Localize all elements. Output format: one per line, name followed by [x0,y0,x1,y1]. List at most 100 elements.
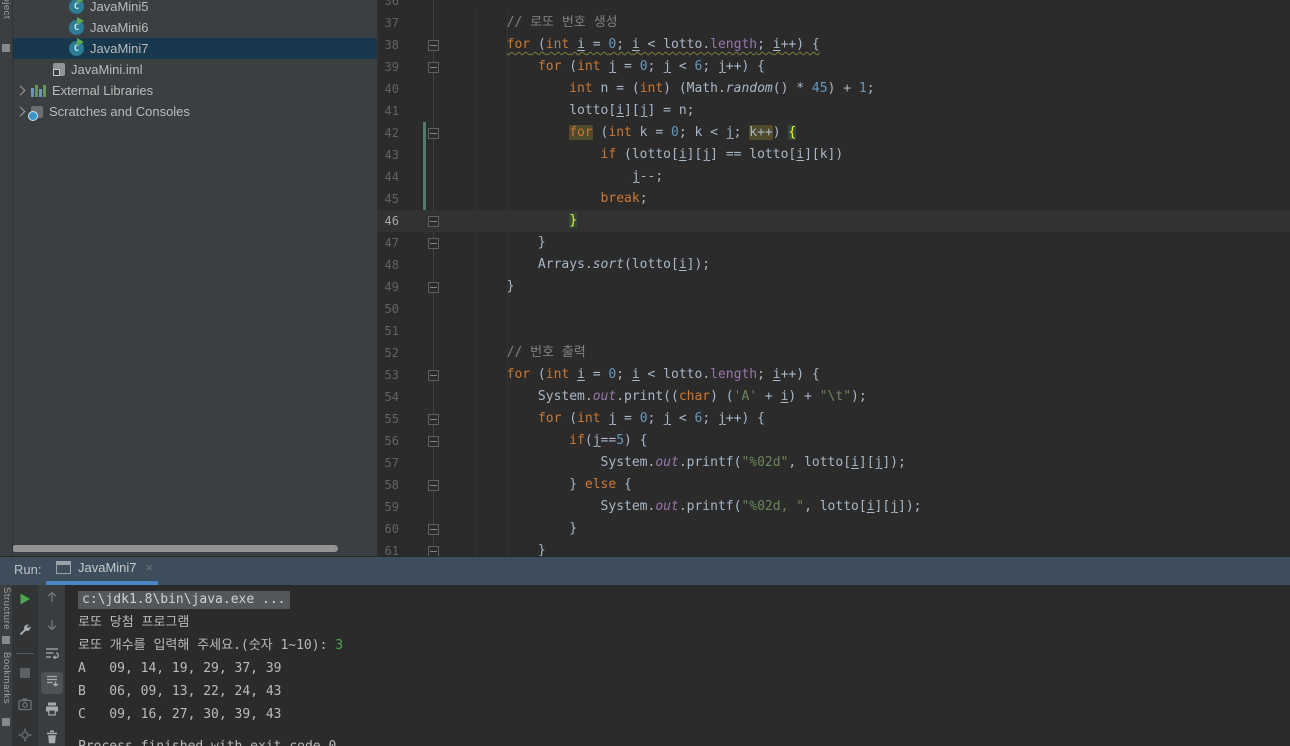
code-text: } [537,235,546,250]
active-tab-underline [46,581,158,585]
tree-item-javamini7[interactable]: C JavaMini7 [12,38,377,59]
fold-marker[interactable] [427,479,439,491]
print-button[interactable] [41,700,63,722]
gutter-space [399,364,423,386]
gutter-space [399,452,423,474]
fold-marker[interactable] [427,237,439,249]
fold-column [426,430,440,452]
gutter-space [399,12,423,34]
gutter-space [399,210,423,232]
scratches-icon [28,105,43,121]
code-line-55: 55 for (int j = 0; j < 6; j++) { [377,408,1290,430]
left-toolwindow-bar: Project Structure Bookmarks [0,0,13,746]
gutter-space [399,188,423,210]
editor-lines: 36 37 // 로또 번호 생성 38 for (int i = 0; i < l… [377,0,1290,556]
gutter-space [399,166,423,188]
fold-column [426,254,440,276]
fold-marker[interactable] [427,545,439,556]
console-window-icon [56,561,71,574]
gutter-space [399,320,423,342]
run-tab-javamini7[interactable]: JavaMini7 × [56,560,153,575]
line-number: 51 [384,324,399,338]
fold-marker[interactable] [427,523,439,535]
code-line-37: 37 // 로또 번호 생성 [377,12,1290,34]
camera-icon [17,696,33,717]
code-text: Arrays.sort(lotto[i]); [537,257,711,272]
fold-marker[interactable] [427,127,439,139]
line-number: 59 [384,500,399,514]
toolwindow-button-bookmarks[interactable]: Bookmarks [1,652,12,704]
line-number: 56 [384,434,399,448]
code-editor[interactable]: 36 37 // 로또 번호 생성 38 for (int i = 0; i < l… [377,0,1290,556]
code-line-60: 60 } [377,518,1290,540]
code-line-40: 40 int n = (int) (Math.random() * 45) + … [377,78,1290,100]
fold-marker[interactable] [427,413,439,425]
play-icon [17,591,33,612]
soft-wrap-button[interactable] [41,644,63,666]
code-line-39: 39 for (int j = 0; j < 6; j++) { [377,56,1290,78]
tree-item-javamini-iml[interactable]: JavaMini.iml [12,59,377,80]
fold-marker[interactable] [427,215,439,227]
arrow-down-icon [44,617,60,638]
fold-marker[interactable] [427,435,439,447]
toolwindow-button-structure[interactable]: Structure [1,587,12,630]
scrollbar-thumb[interactable] [12,545,338,552]
fold-column [426,122,440,144]
code-text: // 번호 출력 [506,345,586,360]
gutter-space [399,474,423,496]
fold-marker[interactable] [427,281,439,293]
code-line-44: 44 j--; [377,166,1290,188]
code-text: System.out.printf("%02d, ", lotto[i][j])… [600,499,922,514]
fold-column [426,298,440,320]
fold-column [426,342,440,364]
line-number: 50 [384,302,399,316]
code-text: } [569,213,578,228]
thread-dump-button [14,695,36,717]
fold-column [426,540,440,556]
code-line-51: 51 [377,320,1290,342]
prev-occurrence-button [41,588,63,610]
console-line-1: c:\jdk1.8\bin\java.exe ... [66,588,1290,611]
toolwindow-icon [2,636,10,644]
code-line-42: 42 for (int k = 0; k < j; k++) { [377,122,1290,144]
line-number: 39 [384,60,399,74]
gutter-space [399,408,423,430]
gutter-space [399,78,423,100]
scroll-end-icon [44,673,60,694]
console-line-3: 로또 개수를 입력해 주세요.(숫자 1~10): 3 [78,638,344,653]
chevron-right-icon[interactable] [15,85,26,96]
close-tab-icon[interactable]: × [144,560,154,575]
tree-item-label: JavaMini5 [90,0,149,14]
project-panel: C JavaMini5 C JavaMini6 C JavaMini7 JavaMini.i… [12,0,378,556]
line-number: 49 [384,280,399,294]
tree-item-javamini6[interactable]: C JavaMini6 [12,17,377,38]
modify-run-configuration-button[interactable] [14,621,36,643]
fold-marker[interactable] [427,39,439,51]
tree-item-external-libraries[interactable]: External Libraries [12,80,377,101]
clear-all-button[interactable] [41,728,63,746]
fold-column [426,0,440,12]
gutter-space [399,430,423,452]
fold-marker[interactable] [427,369,439,381]
scroll-to-end-button[interactable] [40,672,63,694]
gear-icon [17,727,33,746]
rerun-button[interactable] [14,590,36,612]
arrow-up-icon [44,589,60,610]
code-text: if(j==5) { [569,433,648,448]
line-number: 42 [384,126,399,140]
code-line-38: 38 for (int i = 0; i < lotto.length; i++… [377,34,1290,56]
console-output[interactable]: c:\jdk1.8\bin\java.exe ... 로또 당첨 프로그램 로또 개… [66,584,1290,746]
code-line-47: 47 } [377,232,1290,254]
toolwindow-button-project[interactable]: Project [1,0,12,19]
fold-marker[interactable] [427,61,439,73]
tree-item-scratches-and-consoles[interactable]: Scratches and Consoles [12,101,377,122]
toolbar-divider [16,653,34,654]
horizontal-scrollbar[interactable] [12,545,377,553]
chevron-right-icon[interactable] [15,106,26,117]
code-line-52: 52 // 번호 출력 [377,342,1290,364]
gutter-space [399,34,423,56]
gutter-space [399,518,423,540]
code-text: for (int i = 0; i < lotto.length; i++) { [506,37,820,52]
fold-column [426,408,440,430]
tree-item-javamini5[interactable]: C JavaMini5 [12,0,377,17]
